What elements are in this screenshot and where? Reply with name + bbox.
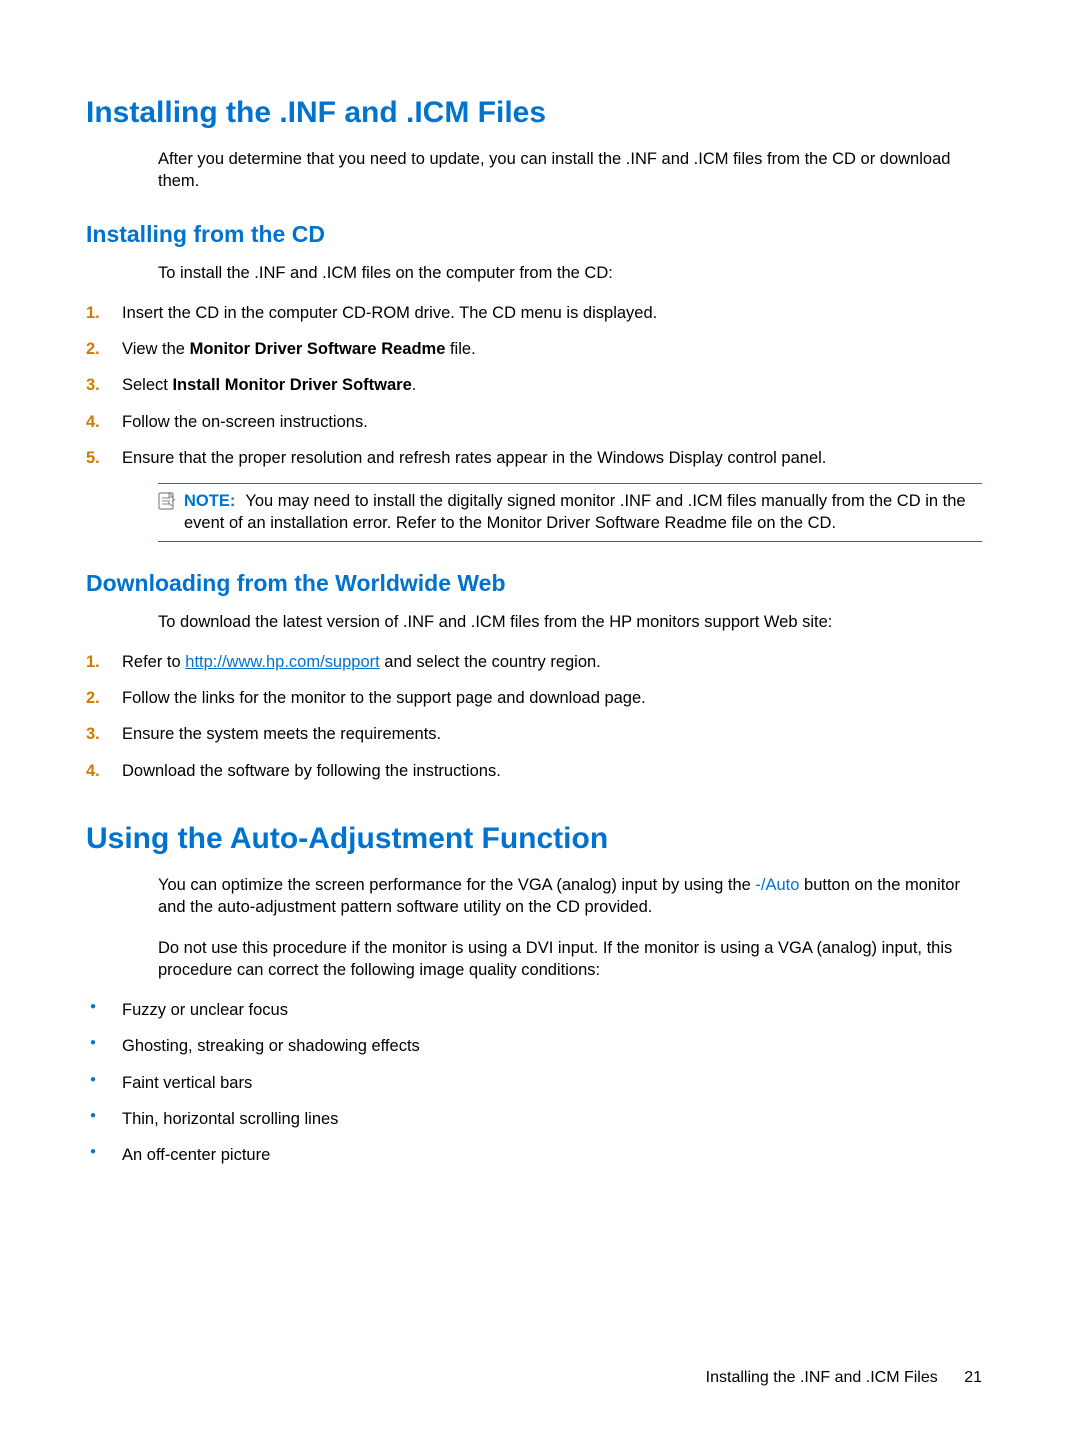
ordered-list-web-steps: 1. Refer to http://www.hp.com/support an… bbox=[86, 651, 982, 782]
note-label: NOTE: bbox=[184, 492, 235, 510]
heading-downloading-web: Downloading from the Worldwide Web bbox=[86, 570, 982, 597]
list-number: 4. bbox=[86, 760, 100, 782]
list-item: Faint vertical bars bbox=[86, 1072, 982, 1094]
list-text: Download the software by following the i… bbox=[122, 762, 501, 780]
support-link[interactable]: http://www.hp.com/support bbox=[185, 653, 379, 671]
list-number: 4. bbox=[86, 411, 100, 433]
list-item: Fuzzy or unclear focus bbox=[86, 999, 982, 1021]
list-text: View the Monitor Driver Software Readme … bbox=[122, 340, 476, 358]
footer-section-title: Installing the .INF and .ICM Files bbox=[706, 1369, 938, 1386]
list-text: Insert the CD in the computer CD-ROM dri… bbox=[122, 304, 657, 322]
heading-installing-inf-icm: Installing the .INF and .ICM Files bbox=[86, 96, 982, 130]
note-icon bbox=[158, 492, 176, 516]
page-footer: Installing the .INF and .ICM Files 21 bbox=[706, 1369, 982, 1387]
list-number: 5. bbox=[86, 447, 100, 469]
list-item: 3. Select Install Monitor Driver Softwar… bbox=[86, 374, 982, 396]
list-text: Ensure that the proper resolution and re… bbox=[122, 449, 826, 467]
note-callout: NOTE:You may need to install the digital… bbox=[158, 483, 982, 542]
bullet-list-conditions: Fuzzy or unclear focus Ghosting, streaki… bbox=[86, 999, 982, 1166]
paragraph: You can optimize the screen performance … bbox=[158, 874, 982, 919]
list-item: 5. Ensure that the proper resolution and… bbox=[86, 447, 982, 469]
list-text: Follow the links for the monitor to the … bbox=[122, 689, 646, 707]
note-text: NOTE:You may need to install the digital… bbox=[184, 490, 982, 535]
list-text: Ensure the system meets the requirements… bbox=[122, 725, 441, 743]
ordered-list-cd-steps: 1. Insert the CD in the computer CD-ROM … bbox=[86, 302, 982, 469]
document-page: Installing the .INF and .ICM Files After… bbox=[0, 0, 1080, 1437]
paragraph: Do not use this procedure if the monitor… bbox=[158, 937, 982, 982]
list-number: 3. bbox=[86, 723, 100, 745]
list-number: 1. bbox=[86, 651, 100, 673]
list-item: An off-center picture bbox=[86, 1144, 982, 1166]
list-item: 2. View the Monitor Driver Software Read… bbox=[86, 338, 982, 360]
heading-auto-adjustment: Using the Auto-Adjustment Function bbox=[86, 822, 982, 856]
paragraph: To install the .INF and .ICM files on th… bbox=[158, 262, 982, 284]
list-item: 4. Download the software by following th… bbox=[86, 760, 982, 782]
list-item: 3. Ensure the system meets the requireme… bbox=[86, 723, 982, 745]
list-item: 1. Refer to http://www.hp.com/support an… bbox=[86, 651, 982, 673]
auto-button-label: -/Auto bbox=[755, 876, 799, 894]
paragraph: After you determine that you need to upd… bbox=[158, 148, 982, 193]
list-number: 3. bbox=[86, 374, 100, 396]
paragraph: To download the latest version of .INF a… bbox=[158, 611, 982, 633]
list-number: 1. bbox=[86, 302, 100, 324]
page-number: 21 bbox=[964, 1369, 982, 1386]
list-text: Refer to http://www.hp.com/support and s… bbox=[122, 653, 601, 671]
list-item: 4. Follow the on-screen instructions. bbox=[86, 411, 982, 433]
list-number: 2. bbox=[86, 687, 100, 709]
list-text: Follow the on-screen instructions. bbox=[122, 413, 368, 431]
list-item: 1. Insert the CD in the computer CD-ROM … bbox=[86, 302, 982, 324]
list-item: Thin, horizontal scrolling lines bbox=[86, 1108, 982, 1130]
list-item: Ghosting, streaking or shadowing effects bbox=[86, 1035, 982, 1057]
list-item: 2. Follow the links for the monitor to t… bbox=[86, 687, 982, 709]
heading-installing-from-cd: Installing from the CD bbox=[86, 221, 982, 248]
list-text: Select Install Monitor Driver Software. bbox=[122, 376, 416, 394]
list-number: 2. bbox=[86, 338, 100, 360]
